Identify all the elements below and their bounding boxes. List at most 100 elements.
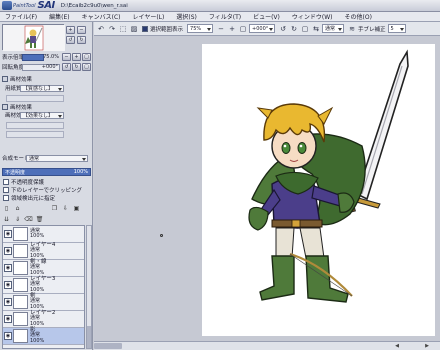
zoom-out-icon[interactable]: − [216,24,226,34]
layer-item[interactable]: ◉ レイヤー2 通常 100% [3,310,84,328]
effect-section-header[interactable]: 画材効果 [2,103,32,111]
menu-file[interactable]: ファイル(F) [5,12,37,21]
menu-layer[interactable]: レイヤー(L) [133,12,165,21]
rotate-ccw-icon[interactable]: ↺ [62,63,71,71]
zoom-increase-icon[interactable]: + [72,53,81,61]
merge-down-icon[interactable]: ⇊ [2,215,11,224]
angle-dropdown[interactable]: +000° [249,24,276,33]
menu-view[interactable]: ビュー(V) [253,12,280,21]
scrollbar-thumb[interactable] [87,326,91,348]
redo-icon[interactable]: ↷ [107,24,117,34]
opacity-slider[interactable]: 不透明度 100% [2,168,91,176]
layer-thumbnail [13,261,28,275]
delete-layer-icon[interactable]: 🗑 [35,215,44,224]
zoom-slider[interactable] [22,53,44,61]
merge-icon[interactable]: ⇓ [13,215,22,224]
layer-list-scrollbar[interactable] [86,225,92,349]
invert-selection-icon[interactable]: ▨ [129,24,139,34]
navigator-thumbnail-image [3,25,65,51]
texture-dropdown[interactable]: 【質感なし】 [20,84,64,92]
clear-icon[interactable]: ⌫ [24,215,33,224]
copy-icon[interactable]: ❐ [50,204,59,213]
layer-thumbnail [13,244,28,258]
canvas-workarea[interactable] [94,36,440,341]
texture-strength-slider[interactable] [6,94,64,102]
layer-info: レイヤー4 通常 100% [30,242,55,260]
mask-icon[interactable]: ▣ [72,204,81,213]
menu-filter[interactable]: フィルタ(T) [209,12,241,21]
effect-dropdown[interactable]: 【効果なし】 [20,111,64,119]
canvas-paper[interactable] [202,44,435,336]
selection-outline-toggle[interactable]: 選択範囲表示 [142,25,183,33]
effect-width-slider[interactable] [6,130,64,138]
menu-select[interactable]: 選択(S) [176,12,197,21]
zoom-dropdown[interactable]: 75% [187,24,214,33]
zoom-reset-icon[interactable]: ▢ [82,53,91,61]
flip-horizontal-icon[interactable]: ⇆ [311,24,321,34]
rotate-left-icon[interactable]: ↺ [66,36,75,44]
visibility-eye-icon[interactable]: ◉ [4,281,12,289]
menu-window[interactable]: ウィンドウ(W) [292,12,333,21]
paper-section-header[interactable]: 画材効果 [2,75,32,83]
layer-item[interactable]: ◉ レイヤー4 通常 100% [3,242,84,260]
scroll-left-icon[interactable]: ◀ [394,343,400,349]
texture-row: 用紙質感 【質感なし】 [2,84,91,92]
option-clipping[interactable]: 下のレイヤーでクリッピング [3,186,82,194]
layer-info: レイヤー2 通常 100% [30,310,55,328]
effect-strength-slider[interactable] [6,121,64,129]
scroll-right-icon[interactable]: ▶ [424,343,430,349]
rotate-right-icon[interactable]: ↻ [77,36,86,44]
visibility-eye-icon[interactable]: ◉ [4,315,12,323]
app-logo-small-text: PaintTool [13,2,36,9]
zoom-fit-icon[interactable]: ▢ [238,24,248,34]
visibility-eye-icon[interactable]: ◉ [4,247,12,255]
rotate-cw-icon[interactable]: ↻ [72,63,81,71]
zoom-in-icon[interactable]: + [227,24,237,34]
effect-slider-row [2,121,91,129]
checkbox[interactable] [3,179,9,185]
zoom-out-icon[interactable]: − [77,26,86,34]
layer-info: 影 通常 100% [30,327,44,345]
new-layer-icon[interactable]: ▯ [2,204,11,213]
visibility-eye-icon[interactable]: ◉ [4,264,12,272]
rotate-cw-icon[interactable]: ↻ [289,24,299,34]
blend-mode-dropdown[interactable]: 通常 [26,154,88,162]
left-panel: + − ↺ ↻ 表示倍率 75.0% − + ▢ 回転角度 +000° ↺ ↻ … [0,22,93,350]
menu-canvas[interactable]: キャンバス(C) [82,12,121,21]
rotate-ccw-icon[interactable]: ↺ [278,24,288,34]
collapse-icon [2,104,8,110]
layer-item[interactable]: ◉ 剣 通常 100% [3,293,84,311]
visibility-eye-icon[interactable]: ◉ [4,332,12,340]
blend-mode-dropdown[interactable]: 通常 [322,24,345,33]
zoom-decrease-icon[interactable]: − [62,53,71,61]
transfer-icon[interactable]: ⇩ [61,204,70,213]
checkbox[interactable] [142,25,148,32]
option-selection-source[interactable]: 領域検出元に指定 [3,194,55,202]
menu-other[interactable]: その他(O) [345,12,372,21]
scrollbar-thumb[interactable] [94,343,122,349]
rotate-reset-icon[interactable]: ▢ [82,63,91,71]
app-logo: PaintTool SAI [0,0,55,12]
navigator-preview[interactable] [2,24,65,51]
layer-info: 剣・線 通常 100% [30,259,47,277]
checkbox[interactable] [3,195,9,201]
option-protect-opacity[interactable]: 不透明度保護 [3,178,44,186]
undo-icon[interactable]: ↶ [96,24,106,34]
rotate-reset-icon[interactable]: ▢ [300,24,310,34]
deselect-icon[interactable]: ⬚ [118,24,128,34]
zoom-label: 表示倍率 [2,55,25,61]
selection-outline-label: 選択範囲表示 [150,26,184,33]
checkbox[interactable] [3,187,9,193]
stabilizer-label: 手ブレ補正 [358,26,386,33]
visibility-eye-icon[interactable]: ◉ [4,230,12,238]
zoom-in-icon[interactable]: + [66,26,75,34]
canvas-horizontal-scrollbar[interactable]: ◀ ▶ [94,341,440,350]
menu-edit[interactable]: 編集(E) [49,12,69,21]
layer-item[interactable]: ◉ 剣・線 通常 100% [3,259,84,277]
layer-item[interactable]: ◉ レイヤー3 通常 100% [3,276,84,294]
visibility-eye-icon[interactable]: ◉ [4,298,12,306]
stabilizer-dropdown[interactable]: 5 [387,24,406,33]
new-folder-icon[interactable]: ⌂ [13,204,22,213]
layer-item[interactable]: ◉ 通常 100% [3,226,84,243]
layer-item-selected[interactable]: ◉ 影 通常 100% [3,327,84,345]
